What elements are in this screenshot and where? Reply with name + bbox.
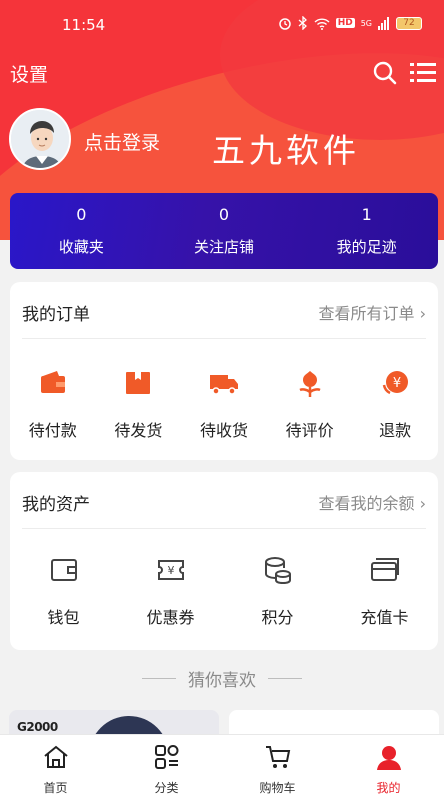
- tab-label: 我的: [376, 781, 401, 794]
- battery-icon: 72: [396, 16, 422, 30]
- asset-label: 积分: [261, 608, 294, 627]
- tab-label: 分类: [154, 781, 179, 794]
- home-icon: [43, 745, 68, 768]
- view-balance-link[interactable]: 查看我的余额 ›: [318, 490, 426, 514]
- product-brand: G2000: [17, 720, 58, 734]
- stat-label: 关注店铺: [194, 238, 255, 256]
- watermark-text: 五九软件: [212, 131, 360, 170]
- stat-followed-shops[interactable]: 0 关注店铺: [153, 193, 296, 269]
- order-pending-review[interactable]: 待评价: [267, 367, 353, 441]
- chevron-right-icon: ›: [419, 304, 426, 323]
- divider: [22, 528, 426, 529]
- card-icon: [370, 558, 399, 581]
- stat-label: 我的足迹: [336, 238, 397, 256]
- tab-cart[interactable]: 购物车: [222, 735, 333, 794]
- status-icons: HD 5G 72: [278, 16, 422, 30]
- stat-favorites[interactable]: 0 收藏夹: [10, 193, 153, 269]
- asset-points[interactable]: 积分: [224, 554, 331, 628]
- bottom-tab-bar: 首页 分类 购物车 我的: [0, 734, 444, 794]
- category-icon: [154, 745, 178, 769]
- divider: [22, 338, 426, 339]
- menu-icon[interactable]: [410, 62, 436, 84]
- svg-text:¥: ¥: [393, 376, 401, 391]
- hd-badge: HD: [335, 18, 355, 28]
- wifi-icon: [314, 17, 330, 30]
- search-icon[interactable]: [372, 60, 398, 86]
- cart-icon: [265, 746, 290, 768]
- login-link[interactable]: 点击登录: [84, 128, 160, 155]
- asset-label: 钱包: [47, 608, 80, 627]
- order-label: 待发货: [114, 421, 163, 440]
- orders-title: 我的订单: [22, 305, 90, 325]
- svg-text:¥: ¥: [167, 564, 174, 577]
- avatar[interactable]: [9, 108, 71, 170]
- refund-icon: ¥: [382, 371, 409, 395]
- asset-wallet[interactable]: 钱包: [10, 554, 117, 628]
- view-balance-label: 查看我的余额: [318, 494, 415, 513]
- wallet-outline-icon: [50, 559, 77, 581]
- order-label: 待付款: [28, 421, 77, 440]
- order-label: 待评价: [285, 421, 334, 440]
- tab-label: 购物车: [259, 781, 296, 794]
- signal-icon: [378, 16, 389, 30]
- status-time: 11:54: [62, 16, 106, 34]
- stat-value: 1: [361, 205, 372, 224]
- order-label: 待收货: [199, 421, 248, 440]
- asset-coupon[interactable]: ¥ 优惠券: [117, 554, 224, 628]
- coins-icon: [264, 557, 291, 585]
- recommend-section-header: 猜你喜欢: [0, 666, 444, 691]
- package-icon: [126, 372, 151, 394]
- bluetooth-icon: [298, 16, 307, 30]
- view-all-orders-label: 查看所有订单: [318, 304, 415, 323]
- top-bar: 设置: [0, 58, 444, 90]
- order-refund[interactable]: ¥ 退款: [352, 367, 438, 441]
- stats-bar: 0 收藏夹 0 关注店铺 1 我的足迹: [10, 193, 438, 269]
- order-label: 退款: [379, 421, 412, 440]
- coupon-icon: ¥: [157, 560, 184, 580]
- order-pending-payment[interactable]: 待付款: [10, 367, 96, 441]
- recommend-title: 猜你喜欢: [188, 671, 256, 691]
- tab-home[interactable]: 首页: [0, 735, 111, 794]
- order-pending-receipt[interactable]: 待收货: [181, 367, 267, 441]
- stat-value: 0: [76, 205, 87, 224]
- asset-label: 优惠券: [146, 608, 195, 627]
- wallet-icon: [40, 371, 65, 393]
- order-pending-shipment[interactable]: 待发货: [96, 367, 182, 441]
- stat-label: 收藏夹: [58, 238, 104, 256]
- assets-title: 我的资产: [22, 495, 90, 515]
- view-all-orders-link[interactable]: 查看所有订单 ›: [318, 300, 426, 324]
- tab-category[interactable]: 分类: [111, 735, 222, 794]
- user-icon: [376, 746, 401, 770]
- settings-button[interactable]: 设置: [10, 60, 48, 87]
- orders-card: 我的订单 查看所有订单 › 待付款 待发货 待收货 待评价 ¥ 退款: [10, 282, 438, 460]
- stat-value: 0: [218, 205, 230, 224]
- asset-recharge-card[interactable]: 充值卡: [331, 554, 438, 628]
- tab-mine[interactable]: 我的: [333, 735, 444, 794]
- network-label: 5G: [360, 18, 372, 28]
- truck-icon: [209, 375, 238, 395]
- asset-label: 充值卡: [360, 608, 409, 627]
- alarm-icon: [278, 18, 291, 30]
- stat-footprints[interactable]: 1 我的足迹: [295, 193, 438, 269]
- tab-label: 首页: [43, 781, 68, 794]
- chevron-right-icon: ›: [419, 494, 426, 513]
- status-bar: 11:54 HD 5G 72: [0, 0, 444, 52]
- flower-icon: [299, 371, 321, 397]
- assets-card: 我的资产 查看我的余额 › 钱包 ¥ 优惠券 积分 充值卡: [10, 472, 438, 650]
